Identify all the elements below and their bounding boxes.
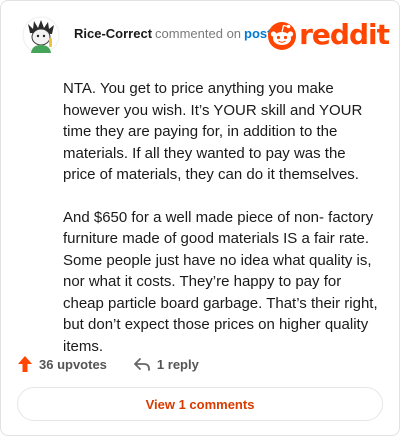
username-link[interactable]: Rice-Correct [74,26,152,41]
comment-header: Rice-Correct commented on post reddit [17,15,390,55]
user-avatar[interactable] [22,16,60,54]
comment-body: NTA. You get to price anything you make … [63,78,379,357]
action-text: commented on [155,26,242,41]
comment-card: Rice-Correct commented on post reddit NTA.… [0,0,400,436]
comment-paragraph: And $650 for a well made piece of non- f… [63,208,378,355]
reddit-logo: reddit [266,18,390,51]
upvote-button[interactable]: 36 upvotes [17,355,107,373]
reply-button[interactable]: 1 reply [133,356,199,372]
reddit-alien-icon [268,22,297,50]
reply-count: 1 reply [156,356,199,372]
reddit-wordmark: reddit [299,18,390,51]
comment-actions: 36 upvotes 1 reply [17,353,199,375]
comment-paragraph: NTA. You get to price anything you make … [63,80,363,183]
upvote-count: 36 upvotes [39,356,107,372]
comment-byline: Rice-Correct commented on post [74,26,271,41]
upvote-arrow-icon [18,356,32,372]
view-comments-button[interactable]: View 1 comments [17,387,383,421]
reply-arrow-icon [134,358,150,371]
